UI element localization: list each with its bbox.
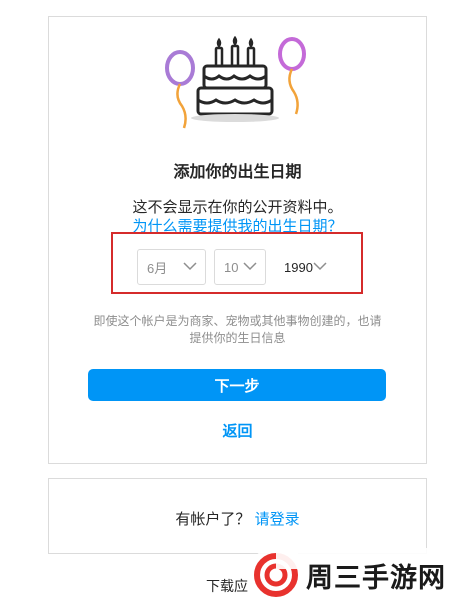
month-select[interactable]: 6月 — [137, 249, 206, 285]
have-account-row: 有帐户了？ 请登录 — [48, 508, 427, 529]
birthday-cake-icon — [165, 35, 306, 129]
note-line-1: 即使这个帐户是为商家、宠物或其他事物创建的，也请 — [93, 314, 382, 328]
chevron-down-icon — [243, 262, 257, 271]
download-text: 下载应 — [206, 578, 248, 594]
note-line-2: 提供你的生日信息 — [189, 331, 286, 345]
chevron-down-icon — [183, 262, 197, 271]
day-select[interactable]: 10 — [214, 249, 266, 285]
login-link[interactable]: 请登录 — [255, 511, 300, 528]
watermark-text: 周三手游网 — [306, 563, 446, 593]
watermark-logo-icon — [254, 553, 298, 597]
back-link[interactable]: 返回 — [48, 420, 427, 441]
year-select[interactable]: 1990 — [274, 249, 336, 285]
next-button[interactable]: 下一步 — [88, 369, 386, 401]
dialog-title: 添加你的出生日期 — [173, 164, 302, 181]
dialog-subtitle: 这不会显示在你的公开资料中。 — [132, 199, 343, 216]
have-account-text: 有帐户了？ — [175, 511, 251, 528]
year-value: 1990 — [284, 259, 313, 275]
chevron-down-icon — [313, 262, 327, 271]
balloon-icon — [165, 50, 195, 129]
month-value: 6月 — [147, 260, 168, 276]
birthday-illustration — [160, 35, 310, 146]
balloon-icon — [278, 37, 306, 115]
day-value: 10 — [224, 259, 239, 275]
birthday-note: 即使这个帐户是为商家、宠物或其他事物创建的，也请 提供你的生日信息 — [70, 313, 405, 347]
